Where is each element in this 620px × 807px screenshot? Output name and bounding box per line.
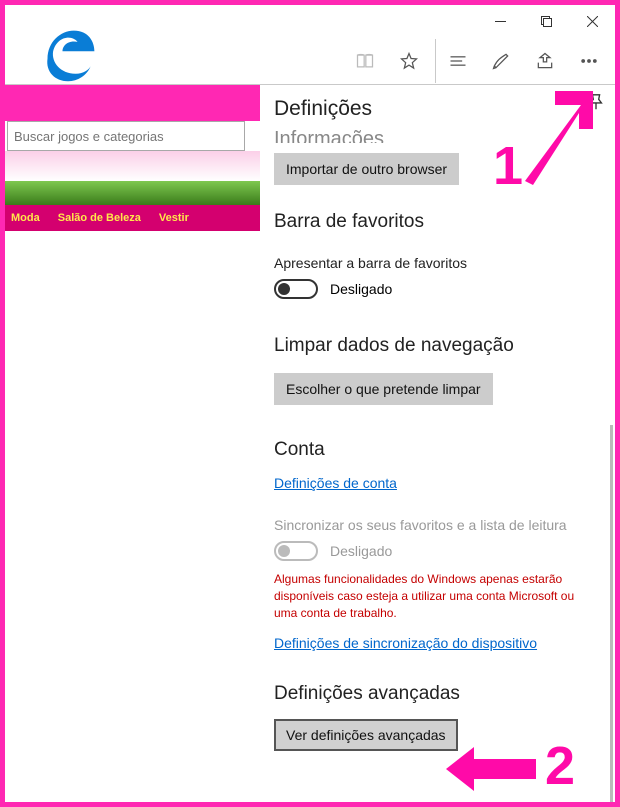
webpage-preview: Moda Salão de Beleza Vestir: [5, 85, 260, 802]
page-banner-sky: [5, 151, 260, 181]
search-input[interactable]: [14, 129, 238, 144]
page-header-bar: [5, 85, 260, 121]
close-button[interactable]: [569, 5, 615, 37]
edge-logo-icon: [40, 25, 100, 90]
settings-panel: Definições Informações Importar de outro…: [260, 85, 615, 802]
favorites-bar-toggle[interactable]: [274, 279, 318, 299]
nav-item[interactable]: Vestir: [159, 212, 189, 224]
advanced-settings-button[interactable]: Ver definições avançadas: [274, 719, 458, 751]
device-sync-link[interactable]: Definições de sincronização do dispositi…: [274, 635, 537, 651]
web-note-icon[interactable]: [479, 39, 523, 83]
account-heading: Conta: [274, 439, 597, 461]
favorites-bar-heading: Barra de favoritos: [274, 211, 597, 233]
reading-view-icon[interactable]: [343, 39, 387, 83]
more-menu-icon[interactable]: [567, 39, 611, 83]
sync-label: Sincronizar os seus favoritos e a lista …: [274, 517, 597, 533]
page-search-box[interactable]: [7, 121, 245, 151]
choose-clear-button[interactable]: Escolher o que pretende limpar: [274, 373, 493, 405]
page-nav: Moda Salão de Beleza Vestir: [5, 205, 260, 231]
sync-toggle: [274, 541, 318, 561]
share-icon[interactable]: [523, 39, 567, 83]
hub-icon[interactable]: [435, 39, 479, 83]
truncated-section-heading: Informações: [274, 125, 597, 143]
nav-item[interactable]: Moda: [11, 212, 40, 224]
content-area: Moda Salão de Beleza Vestir Definições I…: [5, 85, 615, 802]
favorites-bar-toggle-state: Desligado: [330, 281, 392, 297]
favorite-star-icon[interactable]: [387, 39, 431, 83]
browser-window: Moda Salão de Beleza Vestir Definições I…: [5, 5, 615, 802]
advanced-heading: Definições avançadas: [274, 683, 597, 705]
page-banner-grass: [5, 181, 260, 205]
show-favorites-label: Apresentar a barra de favoritos: [274, 255, 597, 271]
maximize-button[interactable]: [523, 5, 569, 37]
nav-item[interactable]: Salão de Beleza: [58, 212, 141, 224]
sync-warning-text: Algumas funcionalidades do Windows apena…: [274, 571, 597, 621]
clear-data-heading: Limpar dados de navegação: [274, 335, 597, 357]
panel-title: Definições: [274, 97, 597, 121]
minimize-button[interactable]: [477, 5, 523, 37]
account-settings-link[interactable]: Definições de conta: [274, 475, 397, 491]
import-browser-button[interactable]: Importar de outro browser: [274, 153, 459, 185]
panel-scrollbar[interactable]: [610, 425, 613, 802]
sync-toggle-state: Desligado: [330, 543, 392, 559]
